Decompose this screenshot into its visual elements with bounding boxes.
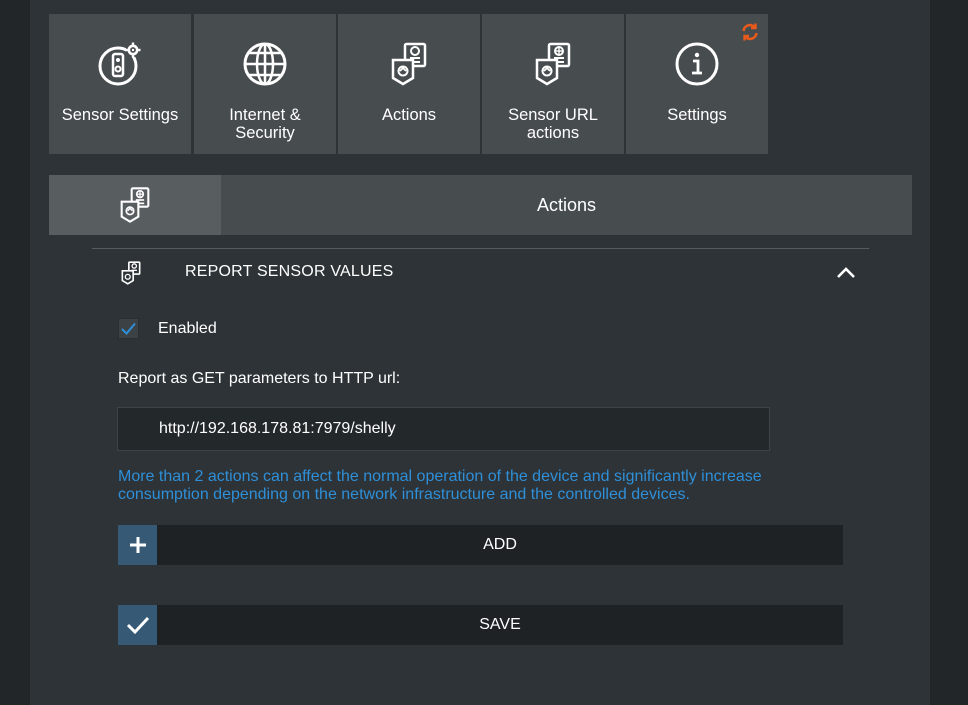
divider: [92, 248, 869, 249]
sensor-url-actions-icon: [529, 40, 577, 88]
add-button[interactable]: ADD: [118, 525, 843, 565]
tile-label: Sensor Settings: [61, 106, 179, 124]
check-icon: [121, 322, 136, 335]
plus-icon: [118, 525, 157, 565]
tile-sensor-settings[interactable]: Sensor Settings: [49, 14, 191, 154]
tile-internet-security[interactable]: Internet & Security: [194, 14, 336, 154]
actions-icon: [118, 260, 144, 286]
page-title: Actions: [536, 194, 597, 215]
refresh-icon[interactable]: [740, 22, 760, 42]
tile-sensor-url-actions[interactable]: Sensor URL actions: [482, 14, 624, 154]
chevron-up-icon[interactable]: [836, 264, 856, 280]
enabled-label: Enabled: [158, 320, 217, 337]
section-title: REPORT SENSOR VALUES: [185, 263, 394, 280]
tile-label: Settings: [667, 106, 727, 124]
tile-label: Actions: [381, 106, 437, 124]
enabled-checkbox[interactable]: [118, 318, 139, 339]
report-sensor-values-section: REPORT SENSOR VALUES: [118, 258, 858, 288]
url-label: Report as GET parameters to HTTP url:: [118, 370, 401, 387]
save-button-label: SAVE: [479, 616, 521, 633]
save-button[interactable]: SAVE: [118, 605, 843, 645]
warning-text: More than 2 actions can affect the norma…: [118, 468, 762, 503]
url-input[interactable]: [117, 407, 770, 451]
tile-settings[interactable]: Settings: [626, 14, 768, 154]
tile-label: Sensor URL actions: [508, 106, 598, 142]
actions-icon: [49, 175, 221, 235]
add-button-label: ADD: [483, 536, 517, 553]
left-gutter: [0, 0, 30, 705]
tile-label: Internet & Security: [229, 106, 301, 142]
globe-icon: [241, 40, 289, 88]
tile-actions[interactable]: Actions: [338, 14, 480, 154]
actions-icon: [385, 40, 433, 88]
checkmark-icon: [118, 605, 157, 645]
sensor-gear-icon: [96, 40, 144, 88]
right-gutter: [930, 0, 968, 705]
section-header: Actions: [49, 175, 912, 235]
info-icon: [673, 40, 721, 88]
